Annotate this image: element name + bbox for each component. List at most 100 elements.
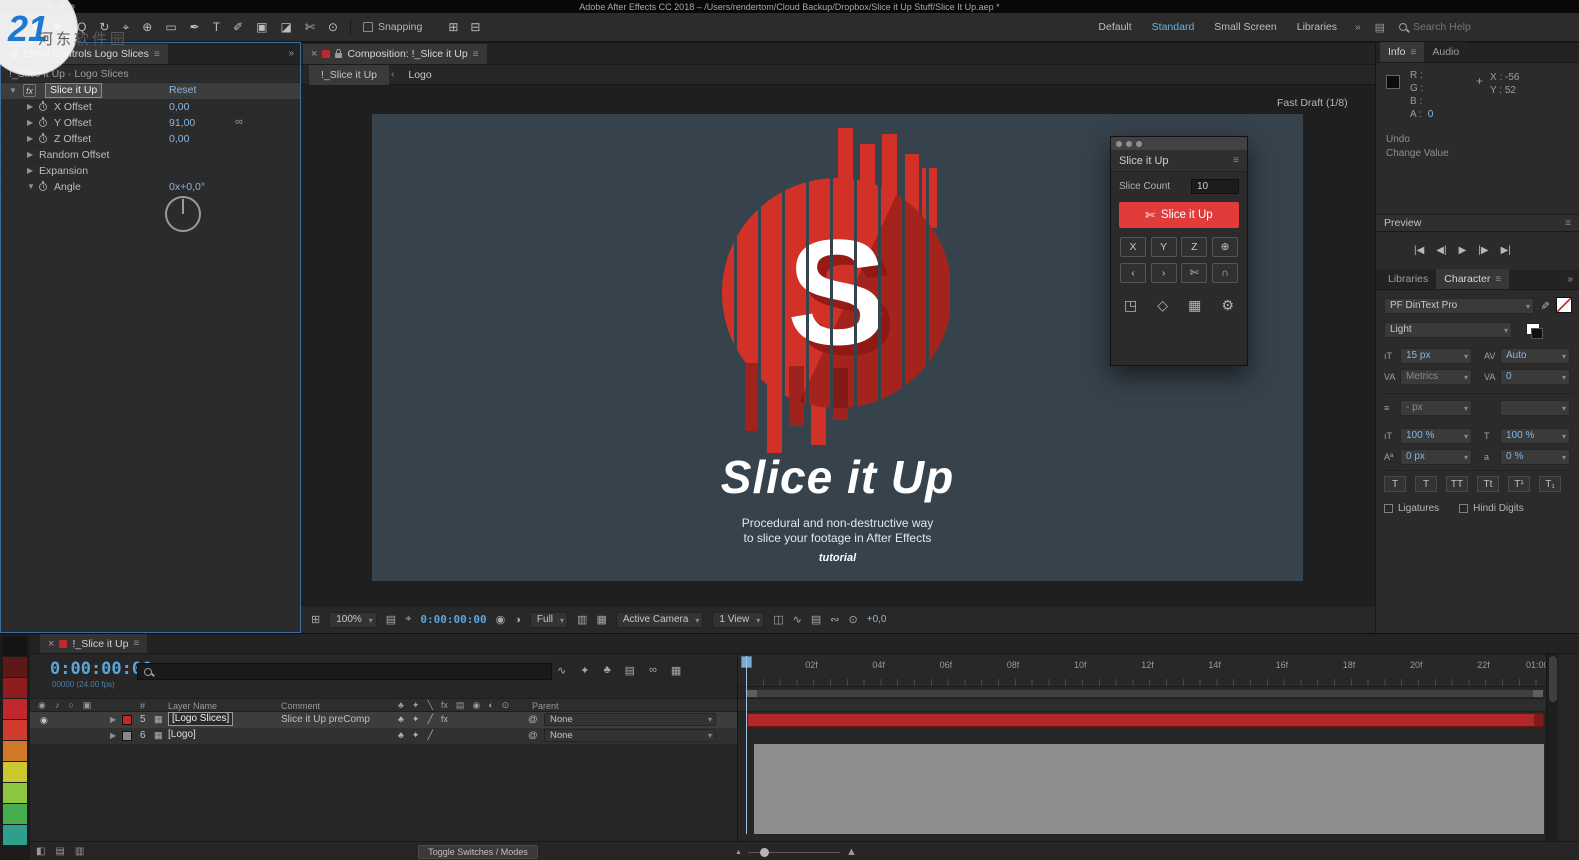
property-row-angle[interactable]: ▼ Angle 0x+0,0° xyxy=(1,179,300,195)
stopwatch-icon[interactable] xyxy=(39,181,47,191)
label-color-swatch[interactable] xyxy=(3,804,27,824)
kerning-dropdown[interactable]: Auto ▾ xyxy=(1500,348,1570,364)
layer-name[interactable]: [Logo Slices] xyxy=(168,712,234,726)
scrollbar-thumb[interactable] xyxy=(1549,656,1557,702)
layer-switches[interactable]: ♣ ✦ ╱ xyxy=(398,730,433,741)
checkbox-icon[interactable] xyxy=(1384,504,1393,513)
panel-menu-icon[interactable]: ≡ xyxy=(1233,155,1239,166)
workspace-overflow-icon[interactable]: » xyxy=(1355,22,1361,33)
composition-mini-flowchart-icon[interactable]: ∿ xyxy=(557,664,566,677)
close-tab-icon[interactable]: × xyxy=(48,638,54,650)
font-style-dropdown[interactable]: Light ▾ xyxy=(1384,322,1512,338)
snapping-checkbox[interactable]: Snapping xyxy=(362,21,422,33)
next-button[interactable]: › xyxy=(1150,263,1177,283)
faux-bold-button[interactable]: T xyxy=(1384,476,1406,492)
workspace-libraries[interactable]: Libraries xyxy=(1297,21,1337,33)
layer-label-color[interactable] xyxy=(122,731,132,741)
axis-z-button[interactable]: Z xyxy=(1181,237,1208,257)
tab-timeline-comp[interactable]: × !_Slice it Up ≡ xyxy=(40,634,148,653)
timeline-track-area[interactable]: 02f 04f 06f 08f 10f 12f 14f 16f 18f 20f 22f 01:00f xyxy=(737,654,1546,841)
window-dot-icon[interactable] xyxy=(1136,140,1142,147)
zoom-out-icon[interactable]: ▲ xyxy=(735,849,742,856)
snapshot-icon[interactable]: ◉ xyxy=(496,613,506,626)
duplicate-icon[interactable]: ◳ xyxy=(1124,297,1137,314)
window-dot-icon[interactable] xyxy=(1126,140,1132,147)
parent-dropdown[interactable]: None ▾ xyxy=(544,729,716,742)
previous-frame-button[interactable]: ◀| xyxy=(1436,245,1446,256)
layers-grid-icon[interactable]: ▦ xyxy=(1188,297,1201,314)
superscript-button[interactable]: T¹ xyxy=(1508,476,1530,492)
cut-button[interactable]: ✄ xyxy=(1181,263,1208,283)
disclosure-triangle-icon[interactable]: ▼ xyxy=(9,86,17,95)
region-of-interest-icon[interactable]: ▥ xyxy=(577,613,587,626)
hide-shy-layers-icon[interactable]: ♣ xyxy=(603,664,610,677)
tracking-value-dropdown[interactable]: 0 ▾ xyxy=(1500,369,1570,385)
slice-it-up-button[interactable]: ✄ Slice it Up xyxy=(1119,202,1239,228)
grid-options-icon[interactable]: ⊞ xyxy=(448,20,458,34)
label-color-swatch[interactable] xyxy=(3,762,27,782)
tab-character[interactable]: Character ≡ xyxy=(1436,269,1510,289)
font-family-dropdown[interactable]: PF DinText Pro ▾ xyxy=(1384,298,1534,314)
close-tab-icon[interactable]: × xyxy=(311,48,317,60)
subscript-button[interactable]: T₁ xyxy=(1539,476,1561,492)
disclosure-triangle-icon[interactable]: ▶ xyxy=(27,102,33,111)
tab-libraries[interactable]: Libraries xyxy=(1380,269,1437,289)
property-row-y-offset[interactable]: ▶ Y Offset 91,00 ∞ xyxy=(1,115,300,131)
parent-dropdown[interactable]: None ▾ xyxy=(544,713,716,726)
effect-header-row[interactable]: ▼ fx Slice it Up Reset xyxy=(1,83,300,99)
label-color-swatch[interactable] xyxy=(3,741,27,761)
label-color-swatch[interactable] xyxy=(3,678,27,698)
loop-button[interactable]: ∩ xyxy=(1211,263,1238,283)
home-icon[interactable]: ⌂ xyxy=(10,20,17,34)
settings-gear-icon[interactable]: ⚙ xyxy=(1221,297,1234,314)
window-dot-icon[interactable] xyxy=(1116,140,1122,147)
pan-behind-tool-icon[interactable]: ⊕ xyxy=(142,20,152,34)
tab-composition[interactable]: × Composition: !_Slice it Up ≡ xyxy=(303,44,487,64)
tab-effect-controls[interactable]: Effect Controls Logo Slices ≡ xyxy=(3,44,168,64)
brush-tool-icon[interactable]: ✐ xyxy=(233,20,243,34)
stopwatch-icon[interactable] xyxy=(39,117,47,127)
timeline-zoom-control[interactable]: ▲ ▲ xyxy=(735,846,857,858)
draft-3d-icon[interactable]: ✦ xyxy=(580,664,589,677)
panel-menu-icon[interactable]: ≡ xyxy=(154,49,160,60)
checkbox-icon[interactable] xyxy=(1459,504,1469,513)
motion-blur-icon[interactable]: ∞ xyxy=(649,664,657,677)
current-time-display[interactable]: 0:00:00:00 xyxy=(420,613,486,626)
zoom-in-icon[interactable]: ▲ xyxy=(846,846,857,858)
panel-menu-icon[interactable]: ≡ xyxy=(133,638,139,649)
fx-badge-icon[interactable]: fx xyxy=(23,84,37,97)
last-frame-button[interactable]: ▶| xyxy=(1501,245,1511,256)
property-row-expansion[interactable]: ▶ Expansion xyxy=(1,163,300,179)
property-row-random-offset[interactable]: ▶ Random Offset xyxy=(1,147,300,163)
disclosure-triangle-icon[interactable]: ▶ xyxy=(27,150,33,159)
label-color-swatch[interactable] xyxy=(3,783,27,803)
align-options-icon[interactable]: ⊟ xyxy=(470,20,480,34)
workspace-default[interactable]: Default xyxy=(1098,21,1131,33)
label-color-swatch[interactable] xyxy=(3,825,27,845)
tsume-dropdown[interactable]: 0 % ▾ xyxy=(1500,449,1570,465)
layer-row-5[interactable]: ◉ ▶ 5 ▦ [Logo Slices] Slice it Up preComp ♣ ✦ ╱ f… xyxy=(30,712,737,728)
time-ruler[interactable]: 02f 04f 06f 08f 10f 12f 14f 16f 18f 20f 22f 01:00f xyxy=(738,656,1546,687)
maximize-window-icon[interactable] xyxy=(70,4,75,9)
camera-dropdown[interactable]: Active Camera ▾ xyxy=(615,611,704,628)
zoom-slider-knob[interactable] xyxy=(759,847,769,857)
script-panel-titlebar[interactable] xyxy=(1111,137,1247,150)
grid-guides-icon[interactable]: ▤ xyxy=(386,613,396,626)
video-visibility-icon[interactable]: ◉ xyxy=(40,715,48,726)
work-area-bar[interactable] xyxy=(746,689,1544,698)
expand-inout-icon[interactable]: ▥ xyxy=(75,846,84,857)
viewer-tab-logo[interactable]: Logo xyxy=(396,65,443,85)
label-color-swatch[interactable] xyxy=(3,720,27,740)
angle-dial[interactable] xyxy=(165,196,201,232)
column-parent[interactable]: Parent xyxy=(532,701,559,711)
axis-x-button[interactable]: X xyxy=(1120,237,1146,257)
switch-icon[interactable]: ✦ xyxy=(412,730,420,741)
tracking-mode-dropdown[interactable]: Metrics ▾ xyxy=(1400,369,1472,385)
axis-all-button[interactable]: ⊕ xyxy=(1211,237,1238,257)
lock-icon[interactable] xyxy=(11,49,18,58)
close-window-icon[interactable] xyxy=(48,4,53,9)
stopwatch-icon[interactable] xyxy=(39,101,47,111)
fast-previews-icon[interactable]: ∿ xyxy=(793,613,802,626)
label-color-swatch[interactable] xyxy=(3,636,27,656)
shape-tool-icon[interactable]: ▭ xyxy=(165,20,176,34)
